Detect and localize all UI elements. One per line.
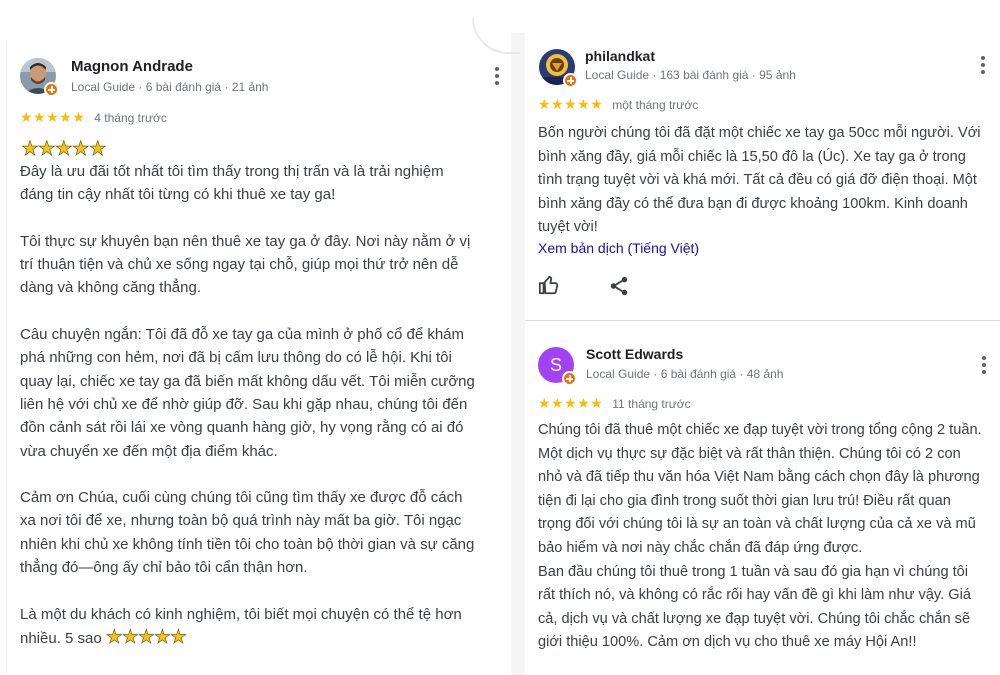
review-text-line: tình trạng tuyệt vời và khá mới. Tất cả … [538, 172, 977, 189]
avatar[interactable] [539, 49, 578, 88]
review-text-line: nhiên khi chủ xe không tính tiền tôi cho… [20, 535, 475, 553]
panel-gap [511, 33, 525, 675]
reviewer-meta: Local Guide · 163 bài đánh giá · 95 ảnh [585, 68, 796, 82]
local-guide-badge-icon [563, 73, 578, 88]
rating-row: ★★★★★ 11 tháng trước [538, 395, 691, 412]
review-text-line: xa nơi tôi để xe, nhưng toàn bộ quá trìn… [20, 512, 462, 530]
reviewer-name[interactable]: philandkat [585, 48, 655, 64]
review-text-line: tiện đi lại cho gia đình trong suốt thời… [538, 492, 951, 509]
review-text-line: trọng đối với chúng tôi là sự an toàn và… [538, 516, 976, 533]
reviewer-meta: Local Guide · 6 bài đánh giá · 48 ảnh [586, 367, 784, 381]
review-time: 11 tháng trước [612, 396, 691, 411]
rating-row: ★★★★★ một tháng trước [538, 96, 698, 113]
review-card-philandkat: philandkat Local Guide · 163 bài đánh gi… [525, 33, 1000, 313]
review-text: Bốn người chúng tôi đã đặt một chiếc xe … [538, 122, 993, 240]
review-text-line: Ban đầu chúng tôi thuê trong 1 tuần và s… [538, 563, 969, 580]
review-text-line: đồn cảnh sát rồi lái xe vòng quanh hàng … [20, 419, 464, 437]
review-text-line: quay lại, chiếc xe tay ga đã biến mất kh… [20, 372, 475, 390]
review-text-line: Cảm ơn Chúa, cuối cùng chúng tôi cũng tì… [20, 489, 463, 507]
reviewer-name[interactable]: Magnon Andrade [71, 58, 193, 75]
review-text-line: liên hệ với chủ xe để nhờ giúp đỡ. Sau k… [20, 395, 468, 413]
review-text-line: nhỏ và đã tiếp thu văn hóa Việt Nam bằng… [538, 469, 980, 486]
star-emoji-row: ★★★★★ [21, 138, 107, 161]
review-text-line: phá những con hẻm, nơi đã bị cấm lưu thô… [20, 349, 452, 367]
review-card-magnon: Magnon Andrade Local Guide · 6 bài đánh … [6, 40, 511, 675]
review-text-line: thẳng đó—ông ấy chỉ bảo tôi cẩn thận hơn… [20, 559, 308, 577]
share-icon[interactable] [608, 275, 630, 297]
reviewer-name[interactable]: Scott Edwards [586, 346, 683, 362]
review-text-tail: nhiều. 5 sao [20, 629, 102, 647]
thumbs-up-icon[interactable] [538, 274, 560, 296]
more-options-icon[interactable] [980, 56, 986, 78]
more-options-icon[interactable] [981, 356, 987, 378]
review-text: Chúng tôi đã thuê một chiếc xe đạp tuyệt… [538, 419, 996, 655]
inline-star-emojis: ★★★★★ [105, 626, 187, 649]
review-text: Đây là ưu đãi tốt nhất tôi tìm thấy tron… [20, 160, 510, 650]
local-guide-badge-icon [562, 371, 577, 386]
rating-row: ★★★★★ 4 tháng trước [20, 109, 167, 126]
review-text-line: bình xăng đầy có thể đưa bạn đi được kho… [538, 195, 968, 212]
more-options-icon[interactable] [494, 67, 500, 89]
review-text-line: Là một du khách có kinh nghiệm, tôi biết… [20, 605, 462, 623]
avatar[interactable] [20, 58, 59, 97]
local-guide-badge-icon [44, 82, 59, 97]
review-text-line: Câu chuyện ngắn: Tôi đã đỗ xe tay ga của… [20, 326, 465, 344]
see-translation-link[interactable]: Xem bản dịch (Tiếng Việt) [538, 240, 699, 256]
review-card-scott: S Scott Edwards Local Guide · 6 bài đánh… [525, 333, 1000, 675]
review-text-line: Chúng tôi đã thuê một chiếc xe đạp tuyệt… [538, 422, 982, 438]
review-text-line: dàng và không căng thẳng. [20, 279, 201, 297]
star-rating: ★★★★★ [20, 109, 86, 125]
star-rating: ★★★★★ [538, 395, 604, 411]
review-text-line: trí thuận tiện và chủ xe sống ngay tại c… [20, 256, 459, 274]
review-text-last-line: nhiều. 5 sao ★★★★★ [20, 626, 510, 650]
review-text-line: cả, dịch vụ và chất lượng xe đạp tuyệt v… [538, 610, 971, 627]
review-time: một tháng trước [612, 97, 699, 112]
review-text-line: Đây là ưu đãi tốt nhất tôi tìm thấy tron… [20, 163, 444, 180]
review-text-line: Bốn người chúng tôi đã đặt một chiếc xe … [538, 125, 981, 141]
review-text-line: tuyệt vời! [538, 219, 598, 236]
reviewer-meta: Local Guide · 6 bài đánh giá · 21 ảnh [71, 80, 269, 94]
review-text-line: giới thiệu 100%. Cảm ơn dịch vụ cho thuê… [538, 634, 917, 651]
avatar[interactable]: S [538, 347, 577, 386]
star-rating: ★★★★★ [538, 96, 604, 112]
right-reviews-panel: philandkat Local Guide · 163 bài đánh gi… [525, 33, 1000, 675]
review-time: 4 tháng trước [94, 110, 167, 125]
review-text-line: rất thích nó, và không có rắc rối hay vấ… [538, 587, 971, 604]
review-text-line: Một dịch vụ thực sự đặc biệt và rất thân… [538, 445, 961, 462]
review-text-line: Tôi thực sự khuyên bạn nên thuê xe tay g… [20, 232, 471, 250]
review-text-line: bảo hiểm và nơi này chắc chắn đã đáp ứng… [538, 539, 863, 556]
review-text-line: bình xăng đầy, giá mỗi chiếc là 15,50 đô… [538, 148, 966, 165]
review-divider [525, 320, 1000, 321]
review-text-line: vừa chuyển xe đến một địa điểm khác. [20, 442, 278, 460]
review-text-line: đáng tin cậy nhất tôi từng có khi thuê x… [20, 186, 336, 204]
